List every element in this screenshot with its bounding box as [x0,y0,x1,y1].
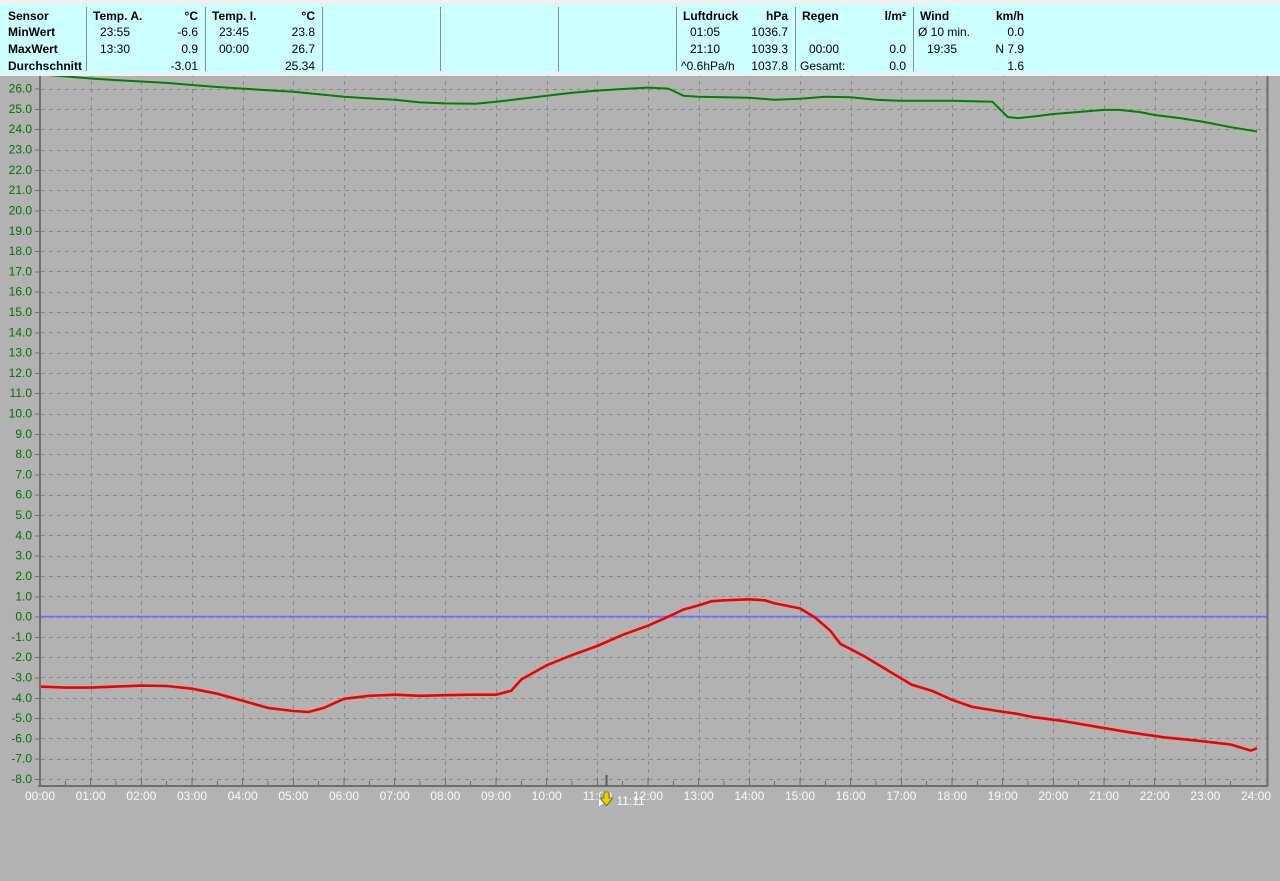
x-axis-tick-label: 24:00 [1241,789,1271,803]
y-axis-tick-label: -7.0 [11,752,32,766]
y-axis-tick-label: -1.0 [11,630,32,644]
table-column-divider [86,7,87,71]
y-axis-tick-label: 26.0 [9,82,33,96]
table-column-divider [913,7,914,71]
y-axis-tick-label: 7.0 [15,467,32,481]
x-axis-tick-label: 15:00 [785,789,815,803]
x-axis-tick-label: 02:00 [126,789,156,803]
x-axis-tick-label: 20:00 [1038,789,1068,803]
y-axis-tick-label: 22.0 [9,163,33,177]
col-unit-wind: km/h [995,9,1024,23]
col-unit-temp-a: °C [184,9,198,23]
cell-luftdruck-value: 1039.3 [751,42,788,56]
x-axis-tick-label: 05:00 [278,789,308,803]
y-axis-tick-label: -6.0 [11,731,32,745]
y-axis-tick-label: 16.0 [9,285,33,299]
x-axis-tick-label: 07:00 [380,789,410,803]
cell-luftdruck-value: 1036.7 [751,25,788,39]
y-axis-tick-label: 17.0 [9,264,33,278]
x-axis-tick-label: 01:00 [76,789,106,803]
cell-regen-value: 0.0 [889,59,906,73]
y-axis-tick-label: 24.0 [9,122,33,136]
y-axis-tick-label: 20.0 [9,203,33,217]
x-axis-tick-label: 21:00 [1089,789,1119,803]
x-axis-tick-label: 06:00 [329,789,359,803]
y-axis-tick-label: 9.0 [15,427,32,441]
table-column-divider [205,7,206,71]
y-axis-tick-label: 3.0 [15,549,32,563]
x-axis-tick-label: 18:00 [937,789,967,803]
cell-temp-a-value: -3.01 [170,59,198,73]
cell-wind-value: N 7.9 [995,42,1024,56]
x-axis-tick-label: 22:00 [1140,789,1170,803]
y-axis-tick-label: -4.0 [11,691,32,705]
y-axis-tick-label: 21.0 [9,183,33,197]
x-axis-tick-label: 13:00 [684,789,714,803]
x-axis-tick-label: 09:00 [481,789,511,803]
y-axis-tick-label: 0.0 [15,610,32,624]
time-cursor-label: 11:11 [616,794,645,806]
x-axis-tick-label: 17:00 [886,789,916,803]
row-label-minwert: MinWert [8,25,56,39]
cell-regen-value: 0.0 [889,42,906,56]
x-axis-tick-label: 14:00 [734,789,764,803]
col-unit-regen: l/m² [884,9,906,23]
x-axis-tick-label: 00:00 [25,789,55,803]
x-axis-tick-label: 16:00 [836,789,866,803]
x-axis-tick-label: 04:00 [228,789,258,803]
row-label-maxwert: MaxWert [8,42,58,56]
y-axis-tick-label: 19.0 [9,224,33,238]
y-axis-tick-label: 2.0 [15,569,32,583]
x-axis-tick-label: 08:00 [430,789,460,803]
table-column-divider [558,7,559,71]
table-column-divider [440,7,441,71]
y-axis-tick-label: 8.0 [15,447,32,461]
y-axis-tick-label: -5.0 [11,711,32,725]
y-axis-tick-label: 25.0 [9,102,33,116]
row-label-sensor: Sensor [8,9,49,23]
plot-area[interactable] [40,48,1267,786]
y-axis-tick-label: 1.0 [15,589,32,603]
y-axis-tick-label: 18.0 [9,244,33,258]
table-column-divider [676,7,677,71]
x-axis-tick-label: 19:00 [988,789,1018,803]
x-axis-tick-label: 03:00 [177,789,207,803]
temperature-chart: 28.027.026.025.024.023.022.021.020.019.0… [9,41,1271,806]
cell-luftdruck-value: 1037.8 [751,59,788,73]
y-axis-tick-label: 13.0 [9,346,33,360]
x-axis-tick-label: 23:00 [1190,789,1220,803]
y-axis-tick-label: 11.0 [10,386,33,400]
cell-temp-i-value: 25.34 [284,59,315,73]
weather-chart-window: { "header": { "title": "Donnerstag, 19.0… [0,0,1280,881]
y-axis-tick-label: 23.0 [9,143,33,157]
cell-temp-i-value: 23.8 [291,25,315,39]
row-label-durchschnitt: Durchschnitt [8,59,83,73]
summary-table: Sensor MinWert MaxWert Durchschnitt Temp. A.… [0,0,1280,76]
cell-temp-i-value: 26.7 [291,42,315,56]
col-unit-temp-i: °C [301,9,315,23]
cell-temp-a-value: -6.6 [177,25,198,39]
table-column-divider [322,7,323,71]
y-axis-tick-label: 14.0 [9,325,33,339]
cell-wind-value: 0.0 [1007,25,1024,39]
y-axis-tick-label: 15.0 [9,305,33,319]
y-axis-tick-label: -2.0 [11,650,32,664]
cell-temp-a-value: 0.9 [181,42,198,56]
y-axis-tick-label: -3.0 [11,670,32,684]
table-column-divider [795,7,796,71]
y-axis-tick-label: 10.0 [9,407,33,421]
y-axis-tick-label: 4.0 [15,528,32,542]
y-axis-tick-label: 6.0 [15,488,32,502]
y-axis-tick-label: 12.0 [9,366,33,380]
y-axis-tick-label: -8.0 [11,772,32,786]
col-unit-luftdruck: hPa [765,9,788,23]
y-axis-tick-label: 5.0 [15,508,32,522]
x-axis-tick-label: 10:00 [532,789,562,803]
cell-wind-value: 1.6 [1007,59,1024,73]
